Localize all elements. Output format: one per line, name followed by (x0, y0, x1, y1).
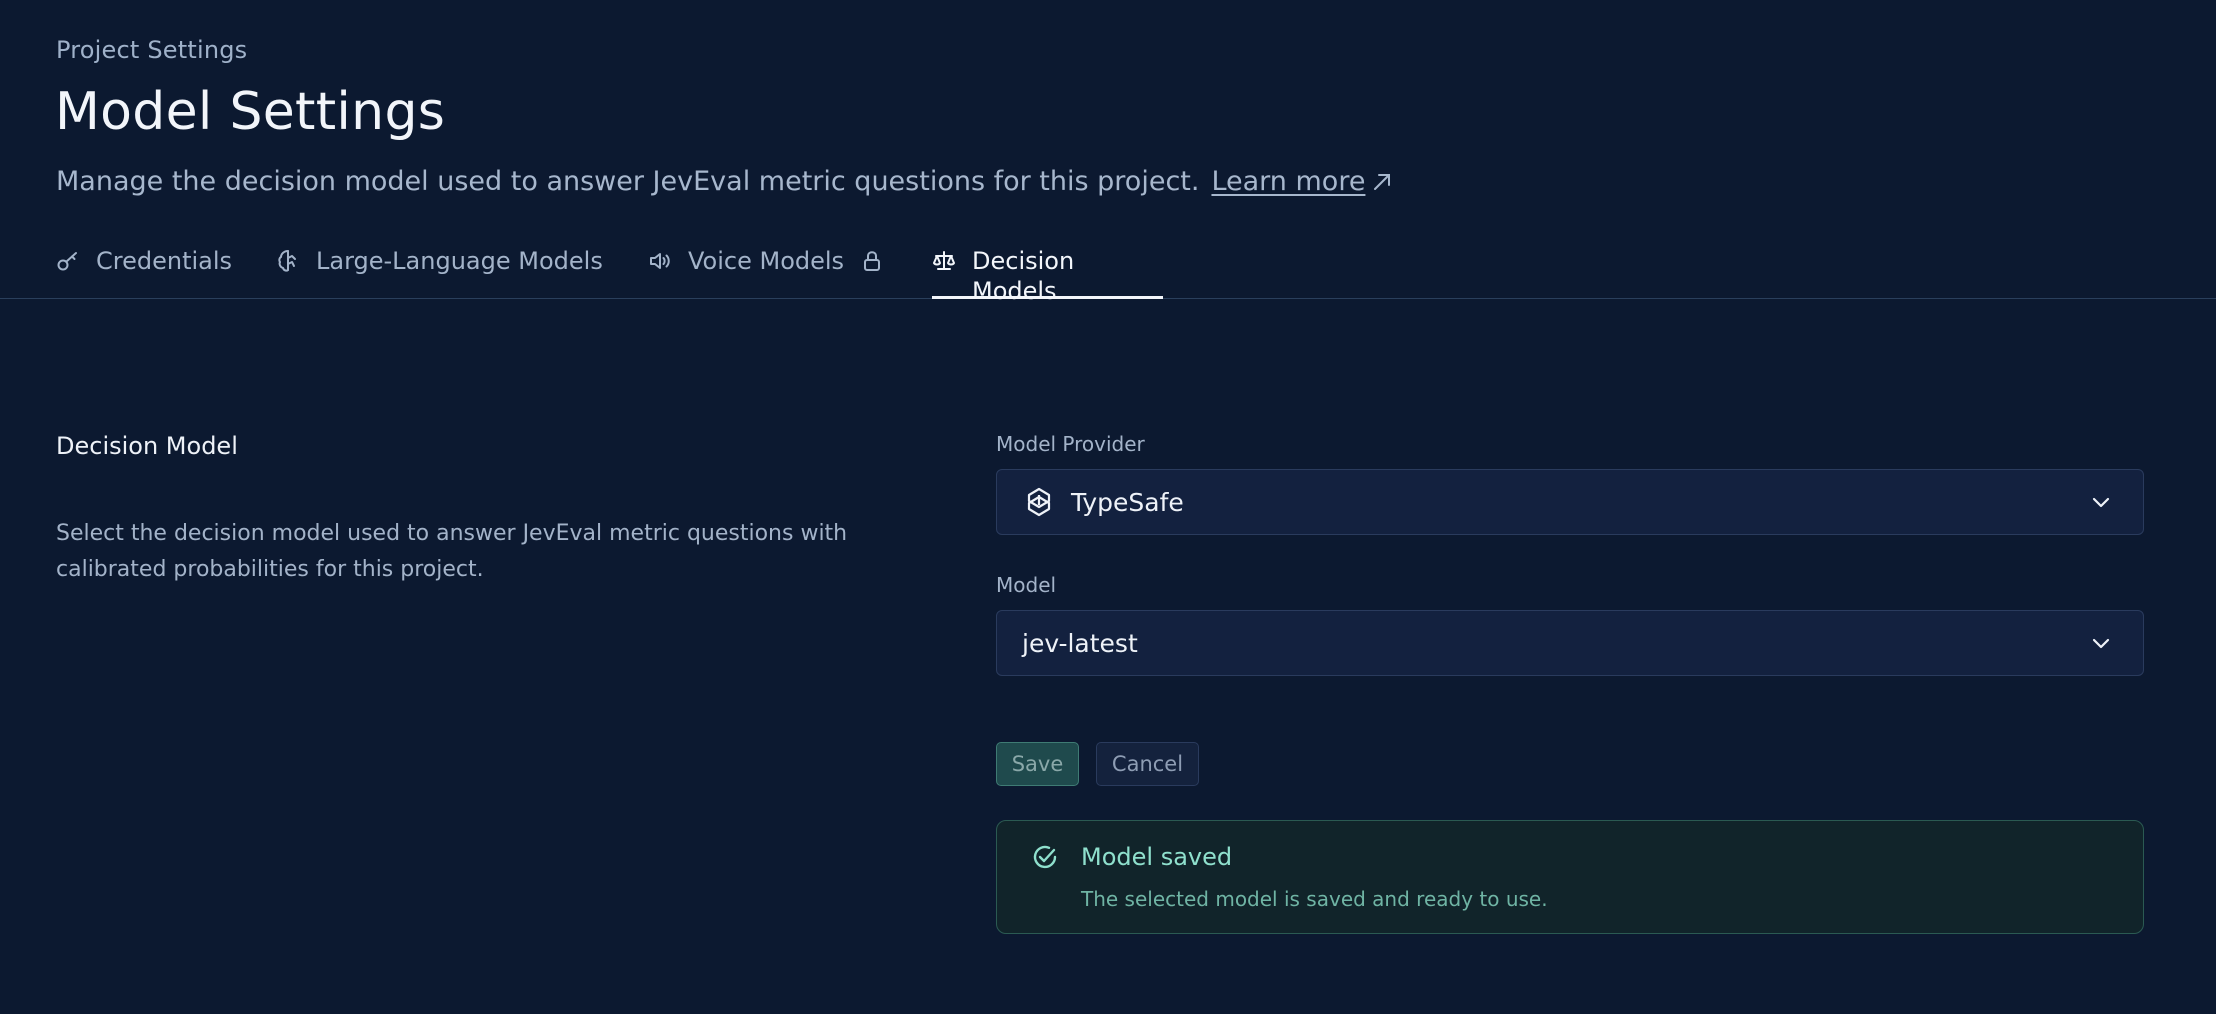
typesafe-logo-icon (1025, 487, 1053, 517)
page-title: Model Settings (55, 82, 446, 142)
external-link-icon (1374, 173, 1391, 190)
breadcrumb-project-settings: Project Settings (56, 36, 248, 64)
tab-credentials[interactable]: Credentials (56, 246, 232, 298)
subtitle-text: Manage the decision model used to answer… (56, 166, 1200, 197)
brain-icon (276, 246, 300, 276)
toast-title: Model saved (1081, 843, 1233, 871)
toast-message: The selected model is saved and ready to… (1081, 887, 1548, 911)
tab-voice-models[interactable]: Voice Models (648, 246, 882, 298)
scale-icon (932, 246, 956, 276)
tab-decision-models[interactable]: Decision Models (932, 246, 1163, 305)
cancel-button[interactable]: Cancel (1096, 742, 1199, 786)
success-toast: Model saved The selected model is saved … (996, 820, 2144, 934)
learn-more-link[interactable]: Learn more (1211, 166, 1393, 197)
chevron-down-icon (2091, 633, 2111, 657)
lock-icon (862, 246, 882, 276)
section-title: Decision Model (56, 432, 238, 460)
model-provider-label: Model Provider (996, 432, 1145, 456)
tab-llm-label: Large-Language Models (316, 247, 603, 275)
model-select[interactable]: jev-latest (996, 610, 2144, 676)
model-label: Model (996, 573, 1057, 597)
speaker-icon (648, 246, 672, 276)
section-description: Select the decision model used to answer… (56, 521, 848, 582)
tab-large-language-models[interactable]: Large-Language Models (276, 246, 603, 298)
learn-more-label: Learn more (1211, 166, 1366, 197)
model-provider-select[interactable]: TypeSafe (996, 469, 2144, 535)
key-icon (56, 246, 80, 276)
model-provider-value: TypeSafe (1071, 487, 1184, 517)
tab-bar: Credentials Large-Language Models Voice … (0, 246, 2216, 305)
check-circle-icon (1031, 843, 1059, 875)
tab-credentials-label: Credentials (96, 247, 233, 275)
page-subtitle: Manage the decision model used to answer… (56, 166, 1393, 197)
tab-voice-label: Voice Models (688, 247, 845, 275)
chevron-down-icon (2091, 492, 2111, 516)
tab-decision-label: Decision Models (972, 247, 1075, 305)
save-button[interactable]: Save (996, 742, 1079, 786)
model-value: jev-latest (1022, 628, 1138, 658)
